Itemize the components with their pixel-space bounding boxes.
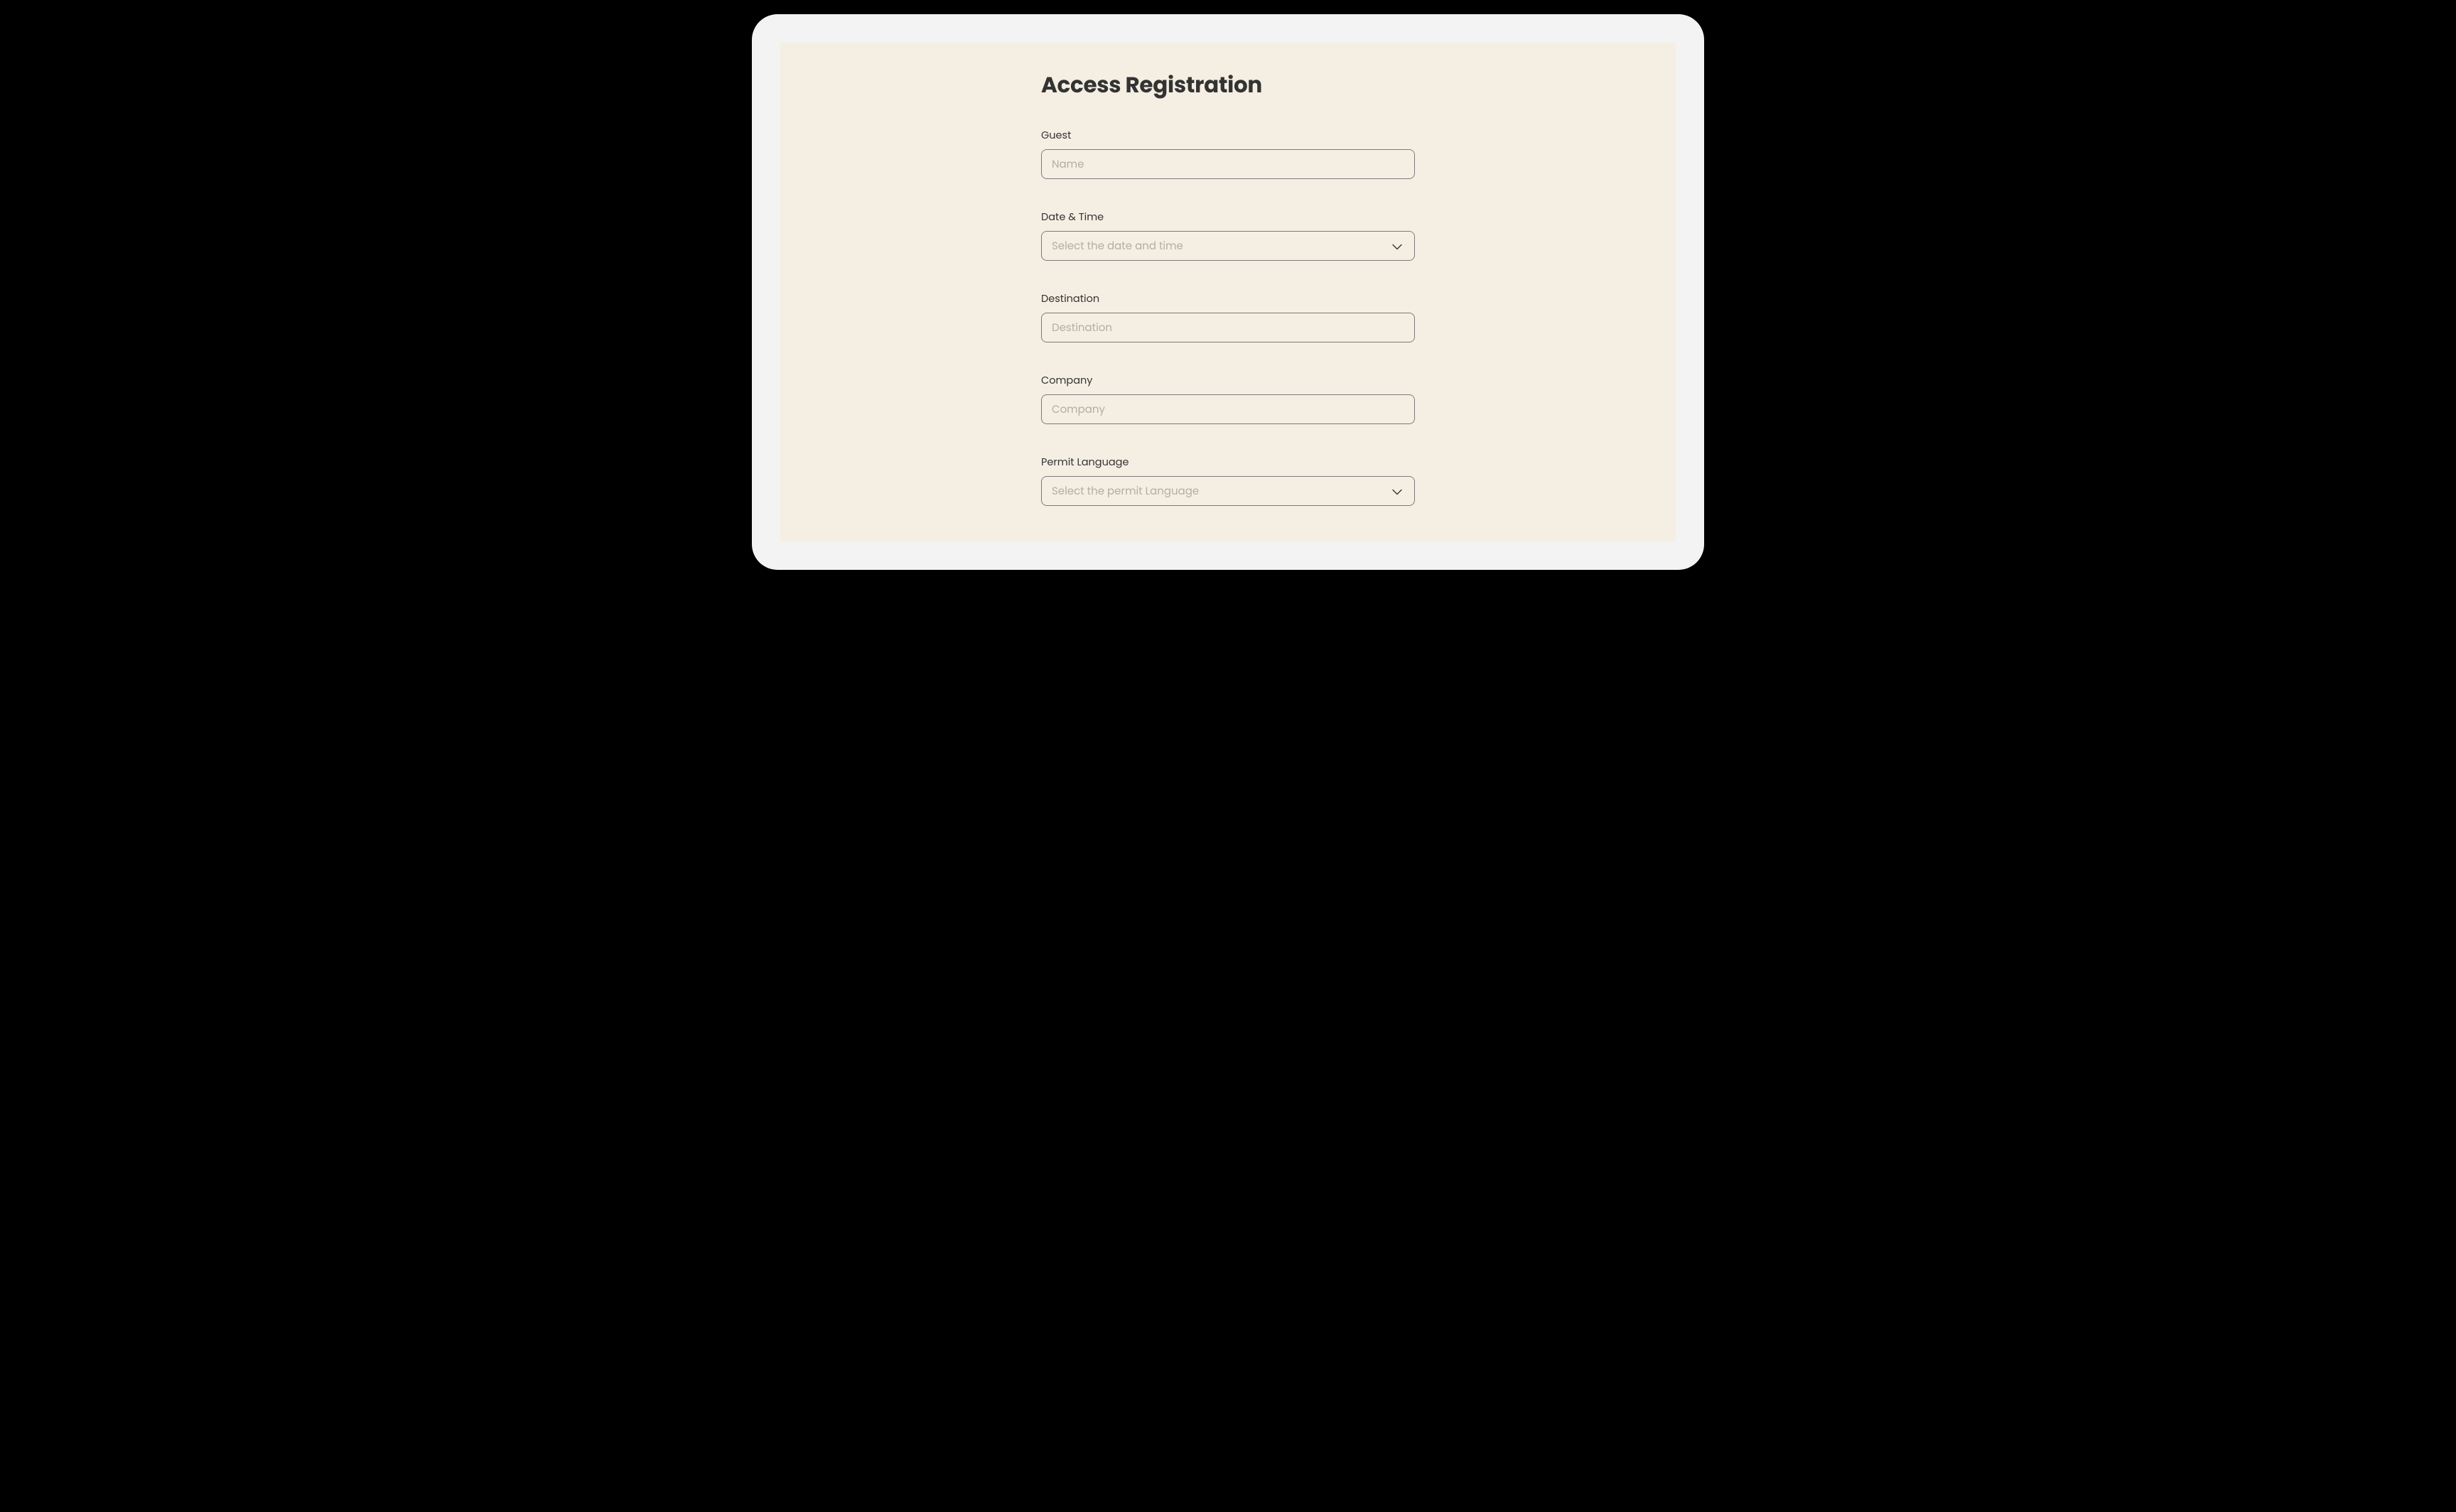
- datetime-select-wrapper: Select the date and time: [1041, 231, 1415, 261]
- guest-label: Guest: [1041, 129, 1415, 144]
- guest-field-group: Guest: [1041, 129, 1415, 179]
- destination-field-group: Destination: [1041, 292, 1415, 342]
- datetime-select[interactable]: Select the date and time: [1041, 231, 1415, 261]
- content-area: Access Registration Guest Date & Time Se…: [780, 43, 1676, 541]
- permit-language-placeholder: Select the permit Language: [1052, 483, 1199, 500]
- company-input[interactable]: [1041, 394, 1415, 424]
- destination-label: Destination: [1041, 292, 1415, 307]
- device-frame: Access Registration Guest Date & Time Se…: [752, 14, 1704, 570]
- permit-language-field-group: Permit Language Select the permit Langua…: [1041, 455, 1415, 506]
- destination-input[interactable]: [1041, 313, 1415, 342]
- permit-language-select-wrapper: Select the permit Language: [1041, 476, 1415, 506]
- permit-language-select[interactable]: Select the permit Language: [1041, 476, 1415, 506]
- page-title: Access Registration: [1041, 68, 1415, 102]
- registration-form: Access Registration Guest Date & Time Se…: [1041, 68, 1415, 541]
- guest-input[interactable]: [1041, 149, 1415, 179]
- company-label: Company: [1041, 374, 1415, 389]
- datetime-label: Date & Time: [1041, 210, 1415, 225]
- permit-language-label: Permit Language: [1041, 455, 1415, 470]
- datetime-field-group: Date & Time Select the date and time: [1041, 210, 1415, 261]
- datetime-placeholder: Select the date and time: [1052, 238, 1183, 254]
- company-field-group: Company: [1041, 374, 1415, 424]
